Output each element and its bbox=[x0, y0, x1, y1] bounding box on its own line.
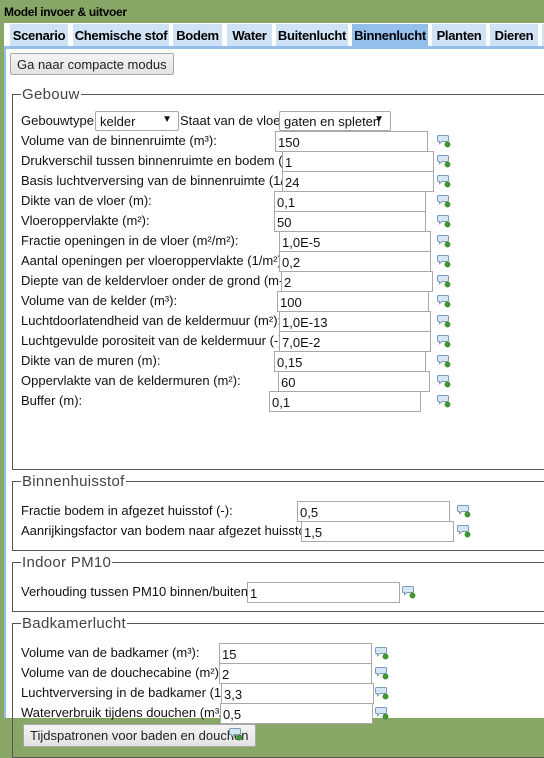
add-comment-icon[interactable] bbox=[437, 254, 451, 268]
tab-dieren[interactable]: Dieren bbox=[490, 24, 538, 47]
field-label: Drukverschil tussen binnenruimte en bode… bbox=[21, 153, 307, 168]
field-input[interactable]: 15 bbox=[219, 643, 372, 664]
field-input[interactable]: 0,2 bbox=[279, 251, 431, 272]
field-input[interactable]: 0,1 bbox=[274, 191, 426, 212]
dropdown-arrow-icon: ▼ bbox=[162, 114, 172, 125]
add-comment-icon[interactable] bbox=[437, 134, 451, 148]
legend-binnenhuisstof: Binnenhuisstof bbox=[21, 473, 126, 490]
field-label: Aantal openingen per vloeroppervlakte (1… bbox=[21, 253, 286, 268]
tab-water[interactable]: Water bbox=[227, 24, 272, 47]
tab-planten[interactable]: Planten bbox=[432, 24, 486, 47]
field-label: Fractie bodem in afgezet huisstof (-): bbox=[21, 503, 233, 518]
field-label: Luchtverversing in de badkamer (1/h): bbox=[21, 685, 240, 700]
field-input[interactable]: 1 bbox=[247, 582, 400, 603]
fieldset-binnenhuisstof: Binnenhuisstof Fractie bodem in afgezet … bbox=[12, 473, 544, 551]
field-label: Volume van de binnenruimte (m³): bbox=[21, 133, 217, 148]
add-comment-icon[interactable] bbox=[457, 524, 471, 538]
add-comment-icon[interactable] bbox=[437, 394, 451, 408]
gebouwtype-value: kelder bbox=[100, 114, 136, 129]
vloer-value: gaten en spleten bbox=[284, 114, 381, 129]
add-comment-icon[interactable] bbox=[437, 334, 451, 348]
field-input[interactable]: 50 bbox=[274, 211, 426, 232]
gebouwtype-label: Gebouwtype: bbox=[21, 113, 98, 128]
legend-badkamerlucht: Badkamerlucht bbox=[21, 615, 127, 632]
add-comment-icon[interactable] bbox=[402, 585, 416, 599]
vloer-select[interactable]: gaten en spleten ▼ bbox=[279, 111, 391, 131]
field-input[interactable]: 1,5 bbox=[301, 521, 454, 542]
vloer-label: Staat van de vloer: bbox=[180, 113, 289, 128]
fieldset-pm10: Indoor PM10 Verhouding tussen PM10 binne… bbox=[12, 554, 544, 612]
add-comment-icon[interactable] bbox=[375, 686, 389, 700]
field-input[interactable]: 1,0E-5 bbox=[279, 231, 431, 252]
tab-binnenlucht[interactable]: Binnenlucht bbox=[352, 24, 428, 47]
field-label: Volume van de badkamer (m³): bbox=[21, 645, 200, 660]
add-comment-icon[interactable] bbox=[437, 194, 451, 208]
add-comment-icon[interactable] bbox=[375, 646, 389, 660]
field-input[interactable]: 60 bbox=[278, 371, 430, 392]
add-comment-icon[interactable] bbox=[437, 174, 451, 188]
add-comment-icon[interactable] bbox=[375, 666, 389, 680]
field-label: Buffer (m): bbox=[21, 393, 83, 408]
add-comment-icon[interactable] bbox=[437, 354, 451, 368]
field-label: Volume van de douchecabine (m²): bbox=[21, 665, 223, 680]
field-label: Dikte van de vloer (m): bbox=[21, 193, 152, 208]
field-label: Aanrijkingsfactor van bodem naar afgezet… bbox=[21, 523, 330, 538]
field-label: Luchtgevulde porositeit van de keldermuu… bbox=[21, 333, 287, 348]
field-input[interactable]: 0,1 bbox=[269, 391, 421, 412]
field-label: Fractie openingen in de vloer (m²/m²): bbox=[21, 233, 239, 248]
legend-gebouw: Gebouw bbox=[21, 86, 81, 103]
fieldset-gebouw: Gebouw Gebouwtype: kelder ▼ Staat van de… bbox=[12, 86, 544, 470]
tab-scenario[interactable]: Scenario bbox=[10, 24, 68, 47]
add-comment-icon[interactable] bbox=[437, 234, 451, 248]
field-label: Volume van de kelder (m³): bbox=[21, 293, 178, 308]
field-input[interactable]: 24 bbox=[282, 171, 434, 192]
add-comment-icon[interactable] bbox=[437, 374, 451, 388]
field-input[interactable]: 1 bbox=[282, 151, 434, 172]
add-comment-icon[interactable] bbox=[437, 274, 451, 288]
field-input[interactable]: 0,5 bbox=[220, 703, 373, 724]
field-input[interactable]: 150 bbox=[275, 131, 428, 152]
field-input[interactable]: 7,0E-2 bbox=[279, 331, 431, 352]
field-input[interactable]: 0,15 bbox=[274, 351, 426, 372]
tab-bodem[interactable]: Bodem bbox=[173, 24, 222, 47]
add-comment-icon[interactable] bbox=[437, 314, 451, 328]
field-input[interactable]: 2 bbox=[219, 663, 372, 684]
field-label: Diepte van de keldervloer onder de grond… bbox=[21, 273, 309, 288]
tab-content: Ga naar compacte modus Gebouw Gebouwtype… bbox=[4, 49, 544, 758]
window-title: Model invoer & uitvoer bbox=[0, 0, 544, 23]
field-label: Verhouding tussen PM10 binnen/buiten (-)… bbox=[21, 584, 269, 599]
field-input[interactable]: 0,5 bbox=[297, 501, 450, 522]
add-comment-icon[interactable] bbox=[437, 294, 451, 308]
field-label: Luchtdoorlatendheid van de keldermuur (m… bbox=[21, 313, 282, 328]
field-input[interactable]: 100 bbox=[277, 291, 429, 312]
field-input[interactable]: 1,0E-13 bbox=[279, 311, 431, 332]
field-input[interactable]: 3,3 bbox=[221, 683, 374, 704]
tab-chemische-stof[interactable]: Chemische stof bbox=[73, 24, 169, 47]
field-label: Oppervlakte van de keldermuren (m²): bbox=[21, 373, 241, 388]
add-comment-icon[interactable] bbox=[437, 214, 451, 228]
tijdspatronen-button[interactable]: Tijdspatronen voor baden en douchen bbox=[23, 724, 256, 747]
fieldset-badkamerlucht: Badkamerlucht Volume van de badkamer (m³… bbox=[12, 615, 544, 758]
tab-strip: Scenario Chemische stof Bodem Water Buit… bbox=[0, 23, 544, 48]
field-input[interactable]: 2 bbox=[281, 271, 433, 292]
dropdown-arrow-icon: ▼ bbox=[374, 114, 384, 125]
add-comment-icon[interactable] bbox=[457, 504, 471, 518]
legend-pm10: Indoor PM10 bbox=[21, 554, 113, 571]
add-comment-icon[interactable] bbox=[437, 154, 451, 168]
field-label: Basis luchtverversing van de binnenruimt… bbox=[21, 173, 300, 188]
field-label: Vloeroppervlakte (m²): bbox=[21, 213, 150, 228]
compact-mode-button[interactable]: Ga naar compacte modus bbox=[10, 53, 174, 75]
field-label: Dikte van de muren (m): bbox=[21, 353, 161, 368]
gebouwtype-select[interactable]: kelder ▼ bbox=[95, 111, 179, 131]
tab-buitenlucht[interactable]: Buitenlucht bbox=[276, 24, 348, 47]
add-comment-icon[interactable] bbox=[229, 727, 243, 741]
